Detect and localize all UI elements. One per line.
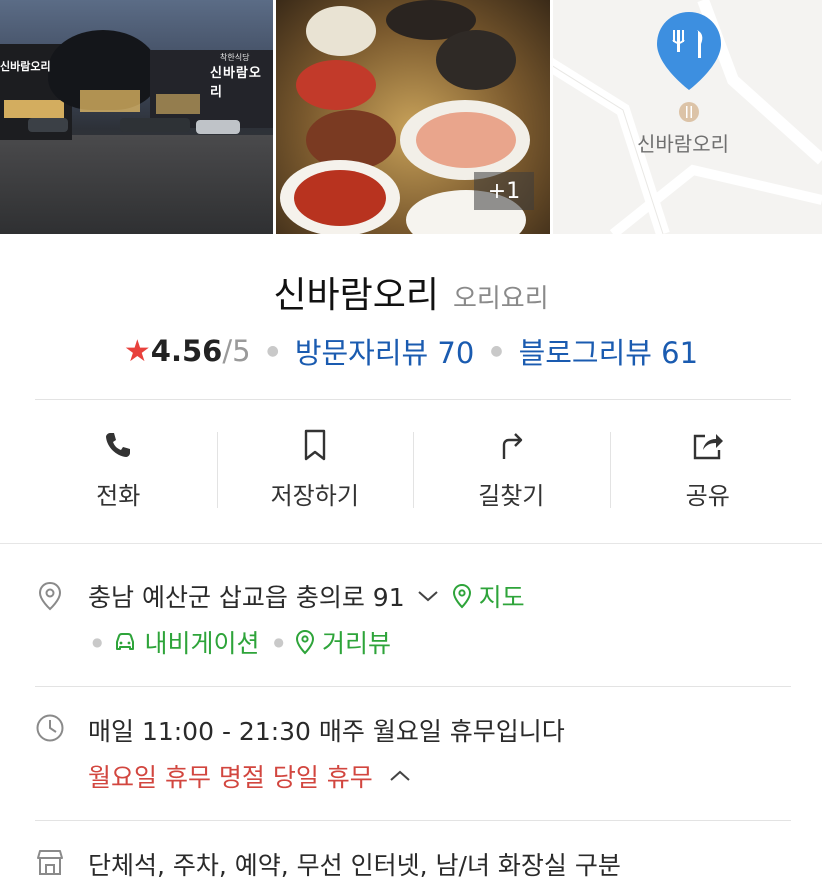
- food-photo[interactable]: +1: [276, 0, 550, 234]
- parking-lot: [0, 135, 273, 234]
- share-icon: [693, 434, 723, 460]
- rating-max: /5: [222, 334, 251, 368]
- place-name: 신바람오리: [273, 275, 439, 316]
- map-thumbnail[interactable]: 신바람오리: [553, 0, 822, 234]
- directions-button[interactable]: 길찾기: [413, 420, 610, 520]
- clock-icon: [36, 714, 64, 742]
- share-label: 공유: [685, 482, 730, 510]
- rating-row: ★ 4.56/5 ● 방문자리뷰 70 ● 블로그리뷰 61: [0, 330, 822, 372]
- amenities-row: 단체석, 주차, 예약, 무선 인터넷, 남/녀 화장실 구분: [88, 846, 621, 882]
- blog-review-link[interactable]: 블로그리뷰 61: [519, 330, 699, 372]
- sign-main-text: 신바람오리: [210, 66, 262, 100]
- divider: [35, 686, 791, 687]
- more-photos-badge[interactable]: +1: [474, 172, 534, 210]
- save-button[interactable]: 저장하기: [216, 420, 414, 520]
- chevron-down-icon[interactable]: [415, 586, 441, 606]
- closed-notice: 월요일 휴무 명절 당일 휴무: [88, 763, 373, 792]
- map-pin-icon: [452, 583, 471, 609]
- map-restaurant-marker-icon: [679, 102, 699, 122]
- hours-row: 매일 11:00 - 21:30 매주 월요일 휴무입니다: [88, 712, 565, 748]
- car: [28, 118, 68, 132]
- sign-left-text: 신바람오리: [0, 60, 51, 73]
- streetview-link[interactable]: 거리뷰: [322, 624, 391, 660]
- star-icon: ★: [123, 333, 151, 369]
- streetview-pin-icon: [295, 629, 314, 655]
- address-text[interactable]: 충남 예산군 삽교읍 충의로 91: [88, 578, 405, 614]
- visitor-review-link[interactable]: 방문자리뷰 70: [295, 330, 475, 372]
- phone-icon: [106, 433, 131, 457]
- car: [120, 118, 190, 132]
- separator-dot: ●: [266, 343, 279, 359]
- address-row: 충남 예산군 삽교읍 충의로 91 지도: [88, 578, 525, 614]
- car: [196, 120, 240, 134]
- place-title-row: 신바람오리 오리요리: [0, 266, 822, 318]
- address-links-row: ● 내비게이션 ● 거리뷰: [88, 624, 391, 660]
- call-button[interactable]: 전화: [20, 420, 217, 520]
- save-label: 저장하기: [270, 482, 359, 510]
- rating: ★ 4.56/5: [124, 334, 251, 369]
- photo-strip: 신바람오리 착한식당 신바람오리 +1 신바람오리: [0, 0, 822, 234]
- car-navigation-icon: [116, 633, 135, 650]
- action-bar: 전화 저장하기 길찾기 공유: [20, 420, 806, 520]
- amenities-text: 단체석, 주차, 예약, 무선 인터넷, 남/녀 화장실 구분: [88, 851, 621, 880]
- divider: [35, 820, 791, 821]
- share-button[interactable]: 공유: [609, 420, 807, 520]
- chevron-up-icon[interactable]: [387, 766, 413, 786]
- hours-text: 매일 11:00 - 21:30 매주 월요일 휴무입니다: [88, 717, 565, 746]
- separator-dot: ●: [490, 343, 503, 359]
- separator-dot: ●: [92, 635, 103, 649]
- location-pin-icon: [657, 12, 721, 90]
- store-icon: [37, 850, 63, 875]
- map-place-label: 신바람오리: [637, 132, 729, 156]
- bookmark-icon: [304, 429, 325, 461]
- directions-label: 길찾기: [478, 482, 545, 510]
- rating-score: 4.56: [150, 334, 223, 368]
- divider: [35, 399, 791, 400]
- closed-notice-row[interactable]: 월요일 휴무 명절 당일 휴무: [88, 758, 413, 794]
- map-link[interactable]: 지도: [479, 578, 525, 614]
- directions-icon: [503, 433, 523, 459]
- restaurant-exterior-photo[interactable]: 신바람오리 착한식당 신바람오리: [0, 0, 273, 234]
- section-divider: [0, 543, 822, 544]
- call-label: 전화: [96, 482, 141, 510]
- navigation-link[interactable]: 내비게이션: [144, 624, 259, 660]
- separator-dot: ●: [273, 635, 284, 649]
- place-category: 오리요리: [452, 284, 549, 314]
- location-icon: [38, 581, 62, 611]
